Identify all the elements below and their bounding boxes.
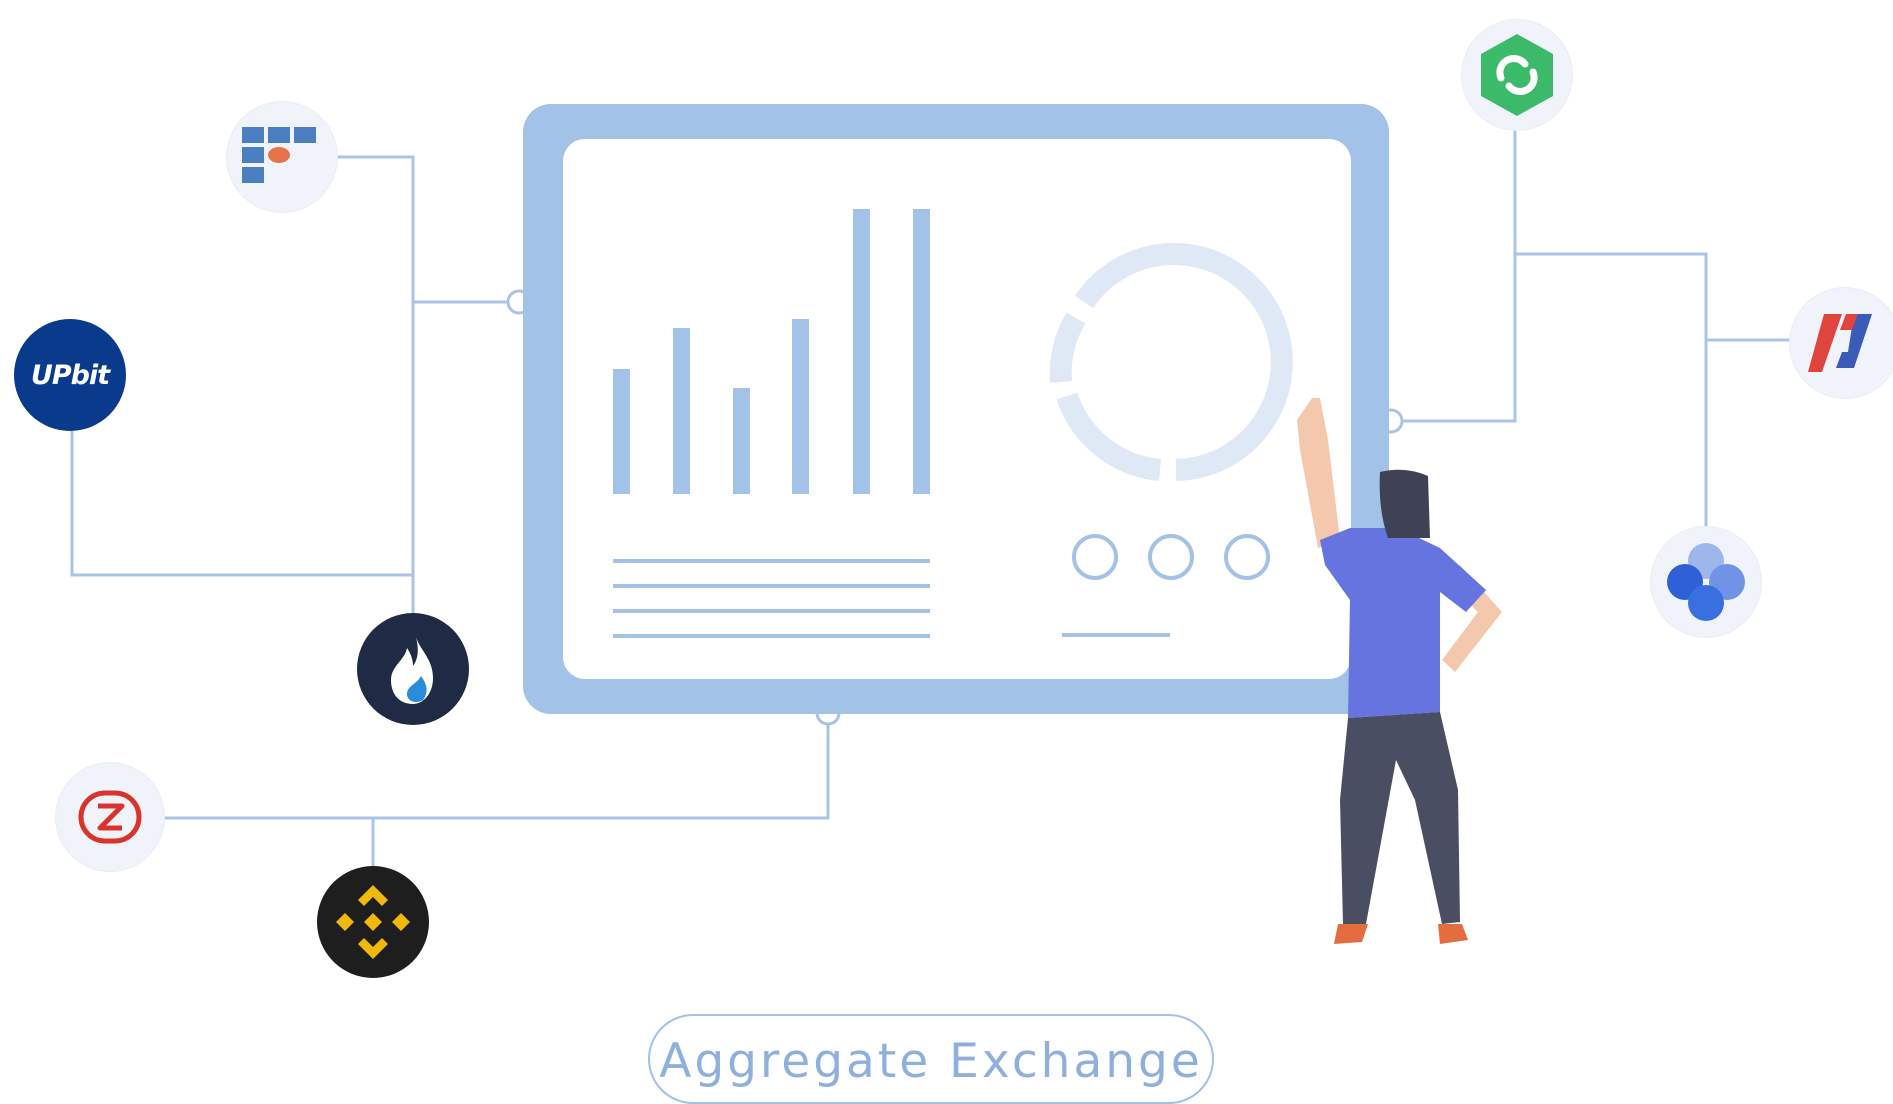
zb-icon [78,790,142,844]
bitmex-logo-badge[interactable] [1790,288,1893,398]
okex-icon [1667,543,1745,621]
zb-logo-badge[interactable] [56,763,164,871]
screen-bar [733,388,750,494]
screen-bar [613,369,630,494]
huobi-flame-icon [391,634,433,704]
aggregate-exchange-button[interactable]: Aggregate Exchange [648,1014,1214,1104]
bitmex-icon [1808,314,1872,372]
screen-bar [913,209,930,494]
connector-kucoin [1386,128,1517,423]
connector-zb [163,717,830,820]
connector-ftx [330,155,512,304]
huobi-logo-badge[interactable] [357,613,469,725]
aggregate-exchange-label: Aggregate Exchange [659,1034,1203,1089]
okex-logo-badge[interactable] [1651,527,1761,637]
upbit-logo-text: UPbit [30,359,110,391]
kucoin-logo-badge[interactable] [1462,20,1572,130]
upbit-logo-badge[interactable]: UPbit [14,319,126,431]
ftx-logo-badge[interactable] [227,102,337,212]
connector-okex [1515,252,1708,530]
screen-bar [853,209,870,494]
screen-bar [673,328,690,494]
binance-icon [336,885,410,959]
kucoin-icon [1481,34,1553,116]
connector-upbit [70,431,413,577]
illustration: UPbit Aggregate Exchange [0,0,1893,1104]
binance-logo-badge[interactable] [317,866,429,978]
ftx-icon [242,127,316,183]
screen-bar [792,319,809,494]
